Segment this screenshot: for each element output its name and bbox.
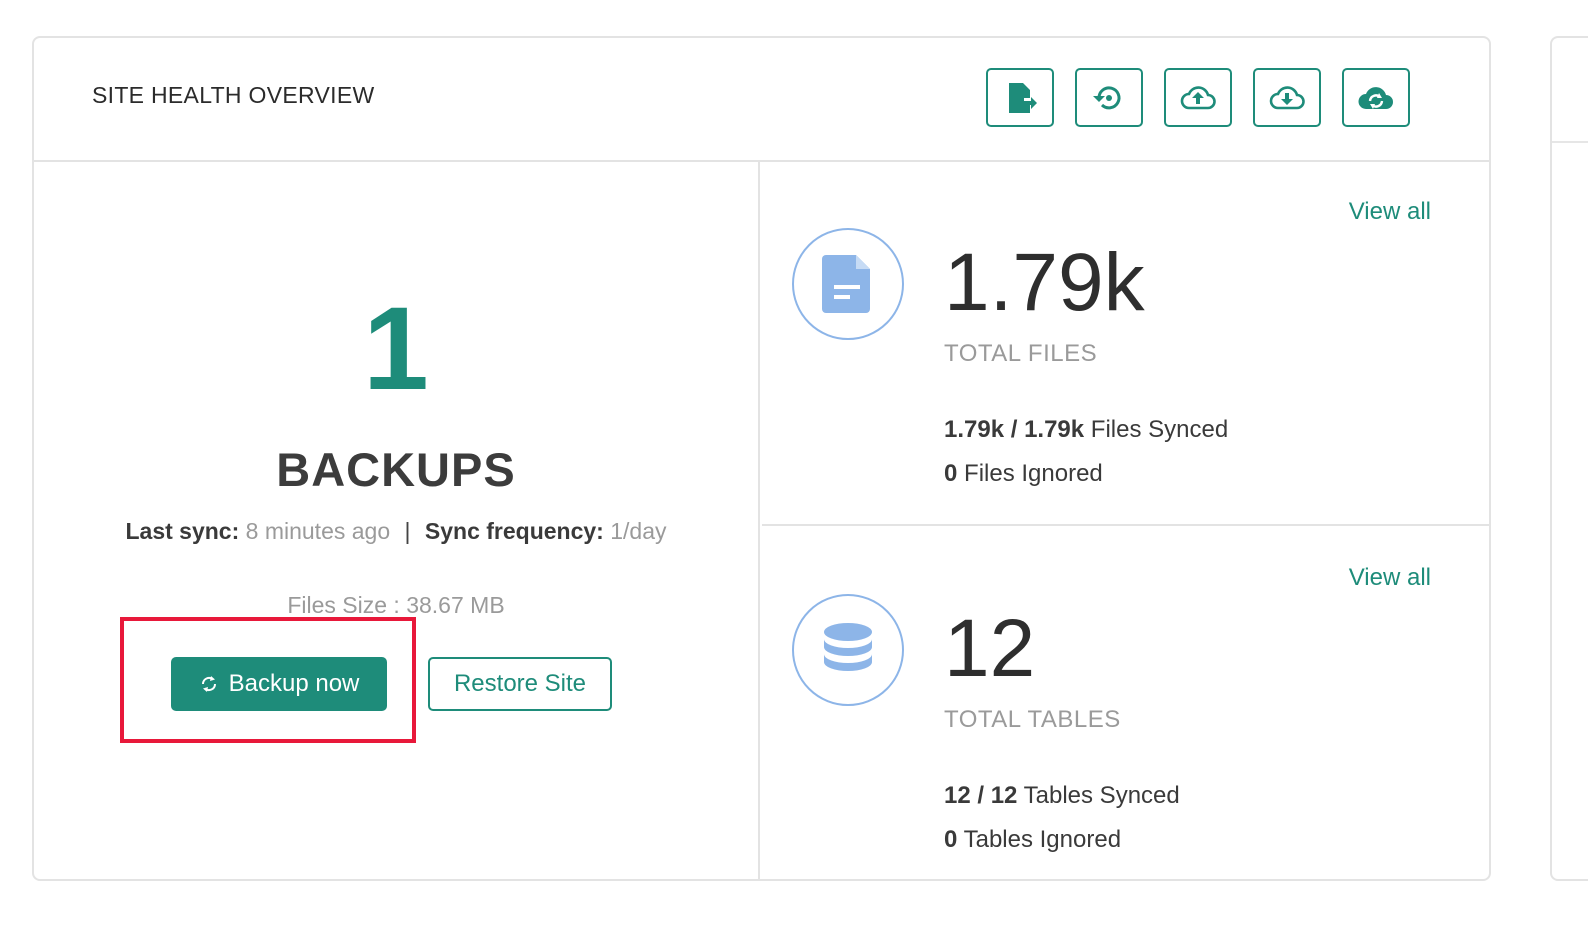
document-icon	[822, 255, 870, 313]
total-tables-value: 12	[944, 603, 1036, 694]
backups-label: BACKUPS	[276, 443, 516, 496]
cloud-upload-button[interactable]	[1164, 68, 1232, 127]
tables-ignored-label: Tables Ignored	[963, 826, 1122, 853]
tables-synced-count: 12 / 12	[944, 782, 1018, 809]
file-export-icon	[1009, 82, 1037, 113]
tables-view-all-link[interactable]: View all	[1349, 564, 1431, 592]
files-view-all-link[interactable]: View all	[1349, 198, 1431, 226]
cloud-download-button[interactable]	[1253, 68, 1321, 127]
file-icon-circle	[792, 228, 904, 340]
files-ignored: 0 Files Ignored	[944, 460, 1103, 488]
total-tables-caption: TOTAL TABLES	[944, 706, 1121, 733]
last-sync-label: Last sync:	[125, 518, 240, 544]
sync-frequency-label: Sync frequency:	[424, 518, 604, 544]
cloud-sync-icon	[1358, 86, 1393, 109]
files-synced: 1.79k / 1.79k Files Synced	[944, 416, 1228, 444]
last-sync-value: 8 minutes ago	[245, 518, 391, 544]
cloud-download-icon	[1269, 85, 1305, 109]
files-stat-panel: View all 1.79k TOTAL FILES 1.79k / 1.79k…	[762, 162, 1491, 526]
export-button[interactable]	[986, 68, 1054, 127]
adjacent-card-divider	[1552, 141, 1588, 143]
card-header: SITE HEALTH OVERVIEW	[34, 38, 1489, 162]
tables-synced-label: Tables Synced	[1023, 782, 1180, 809]
files-synced-count: 1.79k / 1.79k	[944, 416, 1085, 443]
backups-panel: 1 BACKUPS Last sync: 8 minutes ago | Syn…	[34, 162, 760, 879]
cloud-sync-button[interactable]	[1342, 68, 1410, 127]
site-health-card: SITE HEALTH OVERVIEW 1 BACKUPS Last sync…	[32, 36, 1491, 881]
sync-separator: |	[404, 518, 411, 544]
tables-synced: 12 / 12 Tables Synced	[944, 782, 1180, 810]
highlight-box	[120, 617, 416, 743]
database-icon	[824, 623, 872, 671]
cloud-upload-icon	[1180, 85, 1216, 109]
files-ignored-count: 0	[944, 460, 958, 487]
sync-info: Last sync: 8 minutes ago | Sync frequenc…	[34, 518, 758, 545]
restore-history-button[interactable]	[1075, 68, 1143, 127]
tables-ignored-count: 0	[944, 826, 958, 853]
files-size: Files Size : 38.67 MB	[287, 592, 505, 618]
restore-history-icon	[1093, 85, 1121, 109]
total-files-value: 1.79k	[944, 237, 1145, 328]
tables-ignored: 0 Tables Ignored	[944, 826, 1121, 854]
files-synced-label: Files Synced	[1090, 416, 1229, 443]
sync-frequency-value: 1/day	[610, 518, 667, 544]
backups-count: 1	[363, 283, 429, 415]
total-files-caption: TOTAL FILES	[944, 340, 1098, 367]
restore-site-button[interactable]: Restore Site	[428, 657, 612, 711]
tables-stat-panel: View all 12 TOTAL TABLES 12 / 12 Tables …	[762, 528, 1491, 879]
files-ignored-label: Files Ignored	[964, 460, 1103, 487]
adjacent-card	[1550, 36, 1588, 881]
card-title: SITE HEALTH OVERVIEW	[92, 82, 375, 108]
database-icon-circle	[792, 594, 904, 706]
